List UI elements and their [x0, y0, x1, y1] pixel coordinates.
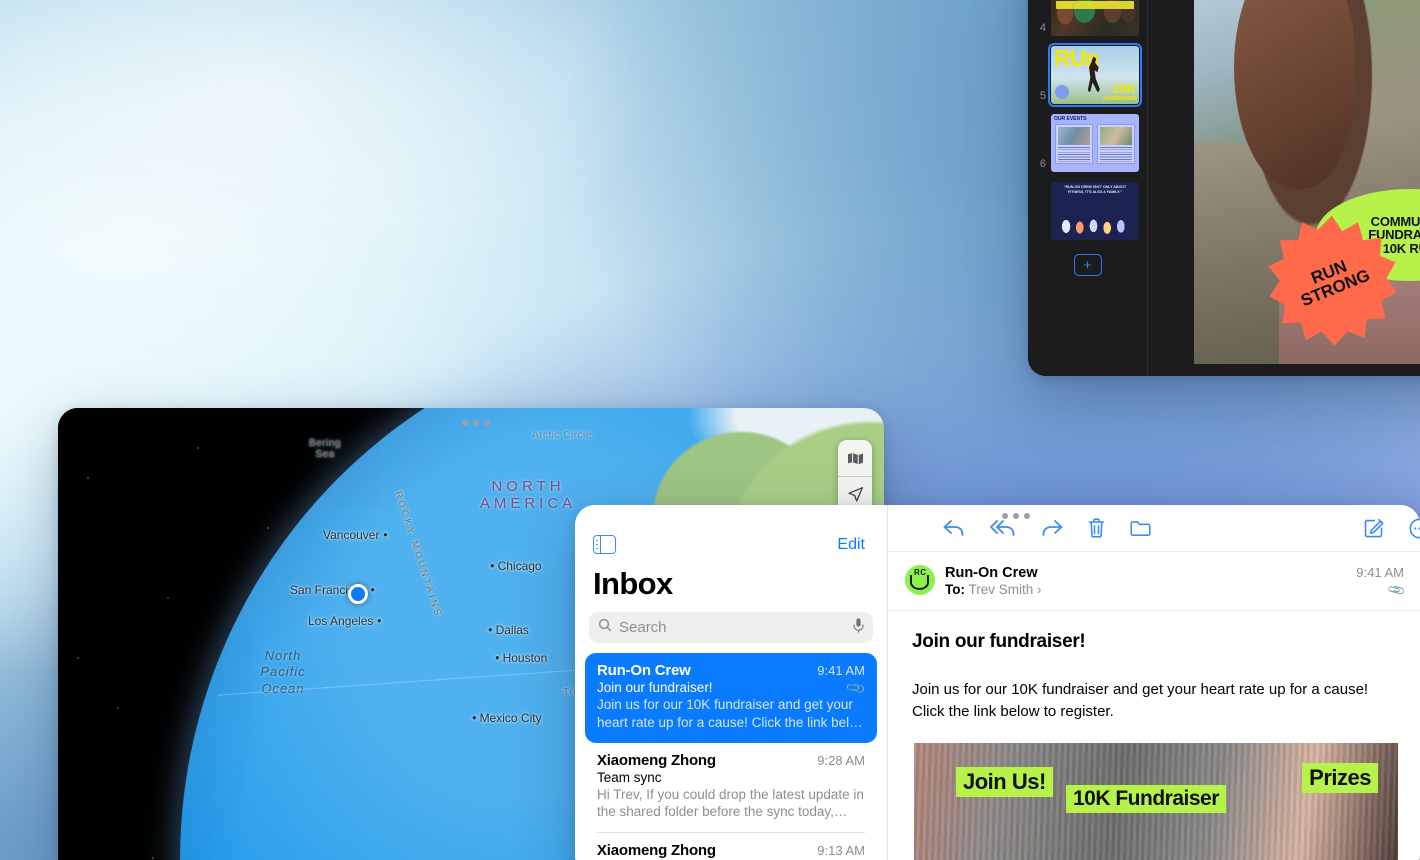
detail-time: 9:41 AM [1356, 565, 1404, 580]
mail-detail-pane[interactable]: RC Run-On Crew To: Trev Smith › 9:41 AM … [888, 505, 1420, 860]
map-label-houston: Houston [495, 650, 548, 665]
folder-icon[interactable] [1130, 519, 1151, 537]
search-icon [598, 618, 612, 637]
map-label-arctic-circle: Arctic Circle [532, 430, 592, 441]
message-time: 9:41 AM [817, 663, 865, 678]
mail-toolbar[interactable] [888, 505, 1420, 552]
list-item[interactable]: Run-On Crew 9:41 AM Join our fundraiser!… [585, 653, 877, 743]
thumb-fundraiser: FUNDRAISER [1103, 96, 1136, 102]
slide-number: 6 [1039, 158, 1046, 170]
search-placeholder: Search [619, 619, 667, 636]
forward-icon[interactable] [1041, 519, 1063, 537]
oval-line-1: COMMUNITY [1370, 213, 1420, 229]
keynote-window[interactable]: 3 COMMUNITY 4 5 RUn [1028, 0, 1420, 376]
search-input[interactable]: Search [589, 612, 873, 643]
slide-number [1034, 238, 1046, 240]
reply-all-icon[interactable] [990, 519, 1016, 537]
message-subject: Join our fundraiser! [597, 680, 713, 695]
mail-window[interactable]: Edit Inbox Search Run-On Crew 9:41 AM Jo… [575, 505, 1420, 860]
slide-thumbnail-item[interactable]: 4 [1028, 0, 1147, 46]
thumb-quote: “RUN-ON CREW ISN'T ONLY ABOUT FITNESS, I… [1063, 185, 1127, 195]
mail-header: RC Run-On Crew To: Trev Smith › 9:41 AM … [888, 552, 1420, 611]
oval-line-3: 10K RUN [1382, 240, 1420, 256]
to-label: To: [945, 582, 965, 597]
thumb-10k: 10K [1112, 80, 1136, 96]
map-label-vancouver: Vancouver [323, 527, 388, 542]
add-slide-button[interactable]: + [1073, 254, 1102, 276]
thumb-runners [1057, 212, 1133, 236]
slide-thumbnail-item[interactable]: 6 OUR EVENTS [1028, 114, 1147, 182]
compose-icon[interactable] [1364, 518, 1384, 538]
paperclip-icon: 📎 [1386, 579, 1407, 601]
slide-number: 5 [1039, 90, 1046, 102]
slide-thumbnail[interactable] [1051, 0, 1139, 36]
current-location-dot[interactable] [348, 584, 368, 604]
edit-button[interactable]: Edit [837, 536, 865, 554]
slide-canvas[interactable]: R O COMMUNITY FUNDRAISER 10K RUN RUN STR… [1148, 0, 1420, 376]
maps-window-drag-handle[interactable] [462, 420, 490, 426]
mail-body-text: Join us for our 10K fundraiser and get y… [912, 681, 1369, 720]
map-controls[interactable] [838, 440, 872, 512]
message-subject: Team sync [597, 769, 662, 785]
sidebar-toggle-icon[interactable] [593, 535, 616, 554]
avatar[interactable]: RC [905, 565, 935, 595]
mail-subject: Join our fundraiser! [912, 631, 1086, 652]
banner-tag-10k-fundraiser: 10K Fundraiser [1066, 784, 1226, 813]
message-time: 9:13 AM [817, 843, 865, 859]
message-sender: Xiaomeng Zhong [597, 751, 716, 769]
slide-thumbnail[interactable]: OUR EVENTS [1051, 114, 1139, 172]
trash-icon[interactable] [1088, 518, 1105, 538]
list-item[interactable]: Xiaomeng Zhong 9:13 AM Friday meeting [585, 833, 877, 860]
banner-tag-join-us: Join Us! [956, 766, 1053, 797]
map-label-los-angeles: Los Angeles [308, 613, 382, 628]
mail-window-drag-handle[interactable] [1002, 513, 1030, 519]
detail-recipient: Trev Smith [968, 582, 1034, 597]
map-label-dallas: Dallas [488, 622, 529, 637]
map-layers-icon[interactable] [838, 440, 872, 476]
current-slide[interactable]: R O COMMUNITY FUNDRAISER 10K RUN RUN STR… [1194, 0, 1420, 364]
reply-icon[interactable] [943, 519, 965, 537]
banner-tag-prizes: Prizes [1302, 762, 1378, 793]
message-sender: Run-On Crew [597, 662, 691, 679]
thumb-text-band [1056, 1, 1134, 10]
more-options-icon[interactable] [1409, 518, 1420, 539]
message-time: 9:28 AM [817, 752, 865, 768]
slide-navigator[interactable]: 3 COMMUNITY 4 5 RUn [1028, 0, 1148, 376]
detail-sender: Run-On Crew [945, 565, 1038, 581]
thumb-event-card [1055, 124, 1093, 164]
slide-number: 4 [1039, 22, 1046, 34]
slide-thumbnail[interactable]: “RUN-ON CREW ISN'T ONLY ABOUT FITNESS, I… [1051, 182, 1139, 240]
message-preview: Join us for our 10K fundraiser and get y… [597, 697, 863, 730]
mail-body: Join our fundraiser! Join us for our 10K… [888, 611, 1420, 860]
map-label-mexico-city: Mexico City [472, 710, 542, 725]
mail-banner-image[interactable]: Join Us! 10K Fundraiser Prizes [914, 742, 1398, 860]
detail-recipient-row[interactable]: To: Trev Smith › [945, 582, 1346, 597]
thumb-smiley-icon [1055, 85, 1069, 99]
message-sender: Xiaomeng Zhong [597, 842, 716, 860]
map-label-bering-sea: Bering Sea [309, 438, 341, 460]
page-title: Inbox [593, 566, 673, 601]
list-item[interactable]: Xiaomeng Zhong 9:28 AM Team sync Hi Trev… [585, 743, 877, 833]
message-preview: Hi Trev, If you could drop the latest up… [597, 786, 864, 820]
slide-thumbnail-item[interactable]: “RUN-ON CREW ISN'T ONLY ABOUT FITNESS, I… [1028, 182, 1147, 250]
thumb-event-card [1097, 124, 1135, 164]
slide-thumbnail-item-selected[interactable]: 5 RUn 10K FUNDRAISER [1028, 43, 1147, 114]
chevron-right-icon[interactable]: › [1037, 582, 1042, 597]
mail-message-list[interactable]: Edit Inbox Search Run-On Crew 9:41 AM Jo… [575, 505, 888, 860]
microphone-icon[interactable] [853, 617, 864, 638]
thumb-heading: OUR EVENTS [1054, 116, 1087, 122]
map-label-chicago: Chicago [490, 558, 542, 573]
slide-thumbnail[interactable]: RUn 10K FUNDRAISER [1048, 43, 1142, 107]
smiley-mouth-icon [910, 575, 929, 590]
